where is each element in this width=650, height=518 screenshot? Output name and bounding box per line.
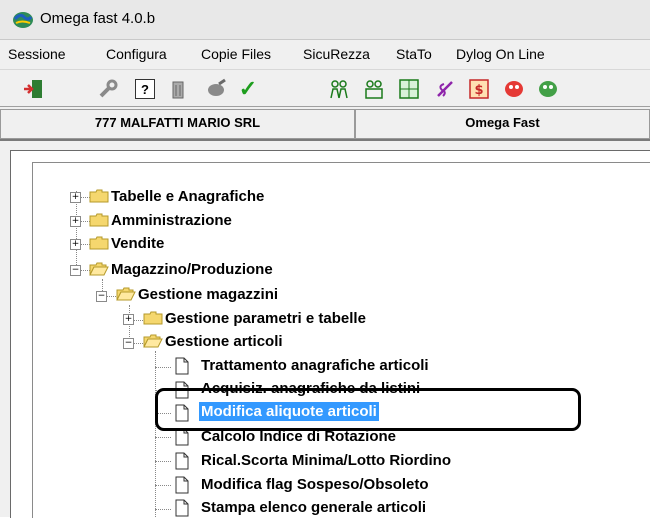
menu-dylog-online[interactable]: Dylog On Line [456, 46, 545, 62]
exit-door-icon[interactable] [22, 78, 44, 100]
folder-icon [89, 213, 109, 227]
currency-icon[interactable] [434, 78, 456, 100]
trash-icon[interactable] [167, 78, 189, 100]
tree-leaf-rical-scorta[interactable]: Rical.Scorta Minima/Lotto Riordino [199, 451, 453, 470]
menu-sicurezza[interactable]: SicuRezza [303, 46, 370, 62]
menu-copie-files[interactable]: Copie Files [201, 46, 271, 62]
tool-icon[interactable] [205, 78, 227, 100]
title-bar: Omega fast 4.0.b [0, 0, 650, 40]
collapse-toggle[interactable]: − [96, 291, 107, 302]
open-folder-icon [116, 287, 136, 301]
expand-toggle[interactable]: + [123, 314, 134, 325]
expand-toggle[interactable]: + [70, 239, 81, 250]
folder-icon [143, 311, 163, 325]
folder-icon [89, 236, 109, 250]
users-search-icon[interactable] [363, 78, 385, 100]
menu-stato[interactable]: StaTo [396, 46, 432, 62]
menu-bar: Sessione Configura Copie Files SicuRezza… [0, 40, 650, 70]
tree-item-gestione-magazzini[interactable]: Gestione magazzini [136, 285, 280, 304]
status-row: 777 MALFATTI MARIO SRL Omega Fast [0, 107, 650, 141]
document-icon [175, 499, 189, 517]
dollar-icon[interactable]: $ [468, 78, 490, 100]
tree-item-magazzino-produzione[interactable]: Magazzino/Produzione [109, 260, 275, 279]
expand-toggle[interactable]: + [70, 192, 81, 203]
green-mask-icon[interactable] [537, 78, 559, 100]
tree-item-amministrazione[interactable]: Amministrazione [109, 211, 234, 230]
folder-icon [89, 189, 109, 203]
menu-configura[interactable]: Configura [106, 46, 167, 62]
wrench-icon[interactable] [97, 78, 119, 100]
company-label: 777 MALFATTI MARIO SRL [0, 109, 355, 139]
menu-sessione[interactable]: Sessione [8, 46, 66, 62]
document-icon [175, 452, 189, 470]
open-folder-icon [89, 262, 109, 276]
open-folder-icon [143, 334, 163, 348]
red-mask-icon[interactable] [503, 78, 525, 100]
grid-help-icon[interactable] [398, 78, 420, 100]
svg-text:$: $ [474, 83, 483, 98]
highlight-frame [155, 388, 581, 431]
tree-item-tabelle-anagrafiche[interactable]: Tabelle e Anagrafiche [109, 187, 266, 206]
tree-item-gestione-parametri[interactable]: Gestione parametri e tabelle [163, 309, 368, 328]
globe-icon [13, 12, 33, 28]
tree-item-gestione-articoli[interactable]: Gestione articoli [163, 332, 285, 351]
tree-leaf-trattamento-anagrafiche[interactable]: Trattamento anagrafiche articoli [199, 356, 431, 375]
check-icon[interactable]: ✓ [237, 76, 259, 101]
tree-leaf-modifica-flag[interactable]: Modifica flag Sospeso/Obsoleto [199, 475, 431, 494]
window-title: Omega fast 4.0.b [40, 10, 156, 27]
help-icon[interactable]: ? [134, 78, 156, 100]
document-icon [175, 357, 189, 375]
expand-toggle[interactable]: + [70, 216, 81, 227]
tree-leaf-stampa-elenco[interactable]: Stampa elenco generale articoli [199, 498, 428, 517]
tree-item-vendite[interactable]: Vendite [109, 234, 166, 253]
document-icon [175, 476, 189, 494]
collapse-toggle[interactable]: − [70, 265, 81, 276]
product-label: Omega Fast [355, 109, 650, 139]
toolbar: ? ✓ $ [0, 70, 650, 107]
users-icon[interactable] [328, 78, 350, 100]
collapse-toggle[interactable]: − [123, 338, 134, 349]
